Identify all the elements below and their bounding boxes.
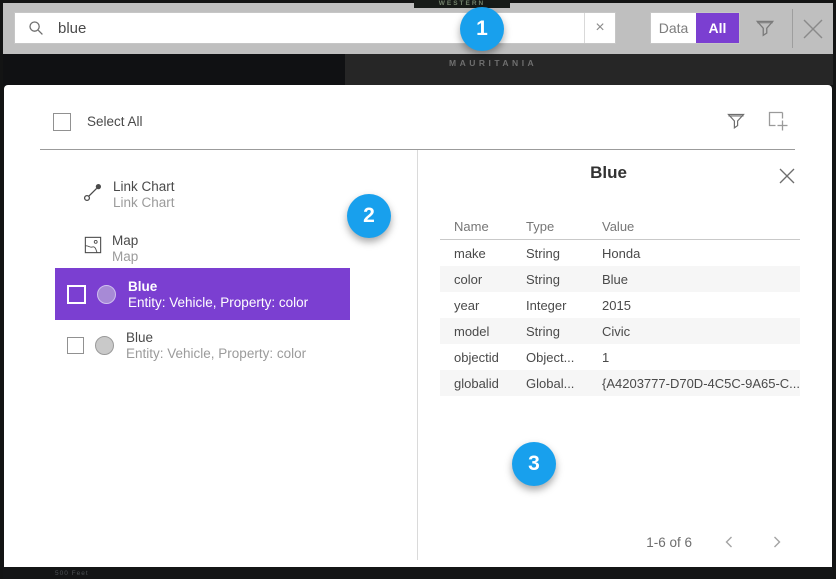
result-subtitle: Map <box>112 249 138 264</box>
dimmed-map-bottom: 500 Feet <box>3 567 833 579</box>
result-subtitle: Entity: Vehicle, Property: color <box>126 346 306 361</box>
cell-type: String <box>526 272 602 287</box>
result-checkbox[interactable] <box>67 337 84 354</box>
data-all-toggle: Data All <box>650 12 740 44</box>
filter-results-icon[interactable] <box>726 111 746 131</box>
clear-search-button[interactable]: × <box>584 13 615 43</box>
close-search-icon[interactable] <box>799 15 827 43</box>
table-row: year Integer 2015 <box>440 292 800 318</box>
chevron-right-icon <box>773 536 781 548</box>
map-scale-label: 500 Feet <box>55 570 89 577</box>
entity-circle-icon <box>97 285 116 304</box>
dimmed-map-background: MAURITANIA <box>3 54 833 85</box>
cell-name: globalid <box>440 376 526 391</box>
cell-type: String <box>526 246 602 261</box>
column-header-type: Type <box>526 219 602 234</box>
app-window: WESTERN × Data All MAURITANIA <box>0 0 836 579</box>
filter-icon[interactable] <box>754 17 776 39</box>
table-row: color String Blue <box>440 266 800 292</box>
result-subtitle: Entity: Vehicle, Property: color <box>128 295 308 310</box>
cell-type: Object... <box>526 350 602 365</box>
result-title: Blue <box>128 279 308 294</box>
chevron-left-icon <box>725 536 733 548</box>
cell-value: {A4203777-D70D-4C5C-9A65-C... <box>602 376 800 391</box>
cell-type: Integer <box>526 298 602 313</box>
attribute-table-header: Name Type Value <box>440 213 800 240</box>
toggle-option-all[interactable]: All <box>696 13 739 43</box>
cell-value: Civic <box>602 324 800 339</box>
cell-name: color <box>440 272 526 287</box>
map-icon <box>84 236 102 254</box>
result-title: Blue <box>126 330 306 345</box>
pagination: 1-6 of 6 <box>440 532 792 552</box>
cell-name: make <box>440 246 526 261</box>
details-title: Blue <box>417 163 800 183</box>
entity-circle-icon <box>95 336 114 355</box>
cell-value: 1 <box>602 350 800 365</box>
result-item-link-chart[interactable]: Link Chart Link Chart <box>83 179 175 210</box>
select-all-checkbox[interactable] <box>53 113 71 131</box>
search-icon <box>28 20 44 36</box>
previous-page-button[interactable] <box>714 534 744 550</box>
result-subtitle: Link Chart <box>113 195 175 210</box>
table-row: objectid Object... 1 <box>440 344 800 370</box>
next-page-button[interactable] <box>762 534 792 550</box>
map-land-area <box>345 54 833 85</box>
pagination-label: 1-6 of 6 <box>646 535 692 550</box>
toggle-option-data[interactable]: Data <box>651 13 696 43</box>
table-row: globalid Global... {A4203777-D70D-4C5C-9… <box>440 370 800 396</box>
table-row: make String Honda <box>440 240 800 266</box>
link-chart-icon <box>83 182 103 202</box>
result-item-blue-selected[interactable]: Blue Entity: Vehicle, Property: color <box>55 268 350 320</box>
cell-type: String <box>526 324 602 339</box>
add-to-map-icon[interactable] <box>766 109 790 133</box>
toolbar-divider <box>792 9 793 48</box>
column-header-name: Name <box>440 219 526 234</box>
search-results-panel: Select All Link Chart Link Chart <box>4 85 832 567</box>
annotation-callout-1: 1 <box>460 7 504 51</box>
select-all-label: Select All <box>87 114 143 129</box>
list-details-divider <box>417 150 418 560</box>
annotation-callout-2: 2 <box>347 194 391 238</box>
result-title: Link Chart <box>113 179 175 194</box>
cell-value: Honda <box>602 246 800 261</box>
close-details-icon[interactable] <box>778 167 796 185</box>
cell-value: Blue <box>602 272 800 287</box>
cell-name: objectid <box>440 350 526 365</box>
search-toolbar: × Data All <box>3 3 833 54</box>
result-item-map[interactable]: Map Map <box>84 233 138 264</box>
cell-type: Global... <box>526 376 602 391</box>
result-title: Map <box>112 233 138 248</box>
search-box[interactable]: × <box>14 12 616 44</box>
column-header-value: Value <box>602 219 800 234</box>
result-item-blue[interactable]: Blue Entity: Vehicle, Property: color <box>55 320 350 370</box>
attribute-table: Name Type Value make String Honda color … <box>440 213 800 396</box>
cell-name: model <box>440 324 526 339</box>
cell-name: year <box>440 298 526 313</box>
map-country-label-top: WESTERN <box>414 0 510 8</box>
cell-value: 2015 <box>602 298 800 313</box>
table-row: model String Civic <box>440 318 800 344</box>
result-checkbox[interactable] <box>67 285 86 304</box>
annotation-callout-3: 3 <box>512 442 556 486</box>
map-country-label: MAURITANIA <box>449 58 537 68</box>
